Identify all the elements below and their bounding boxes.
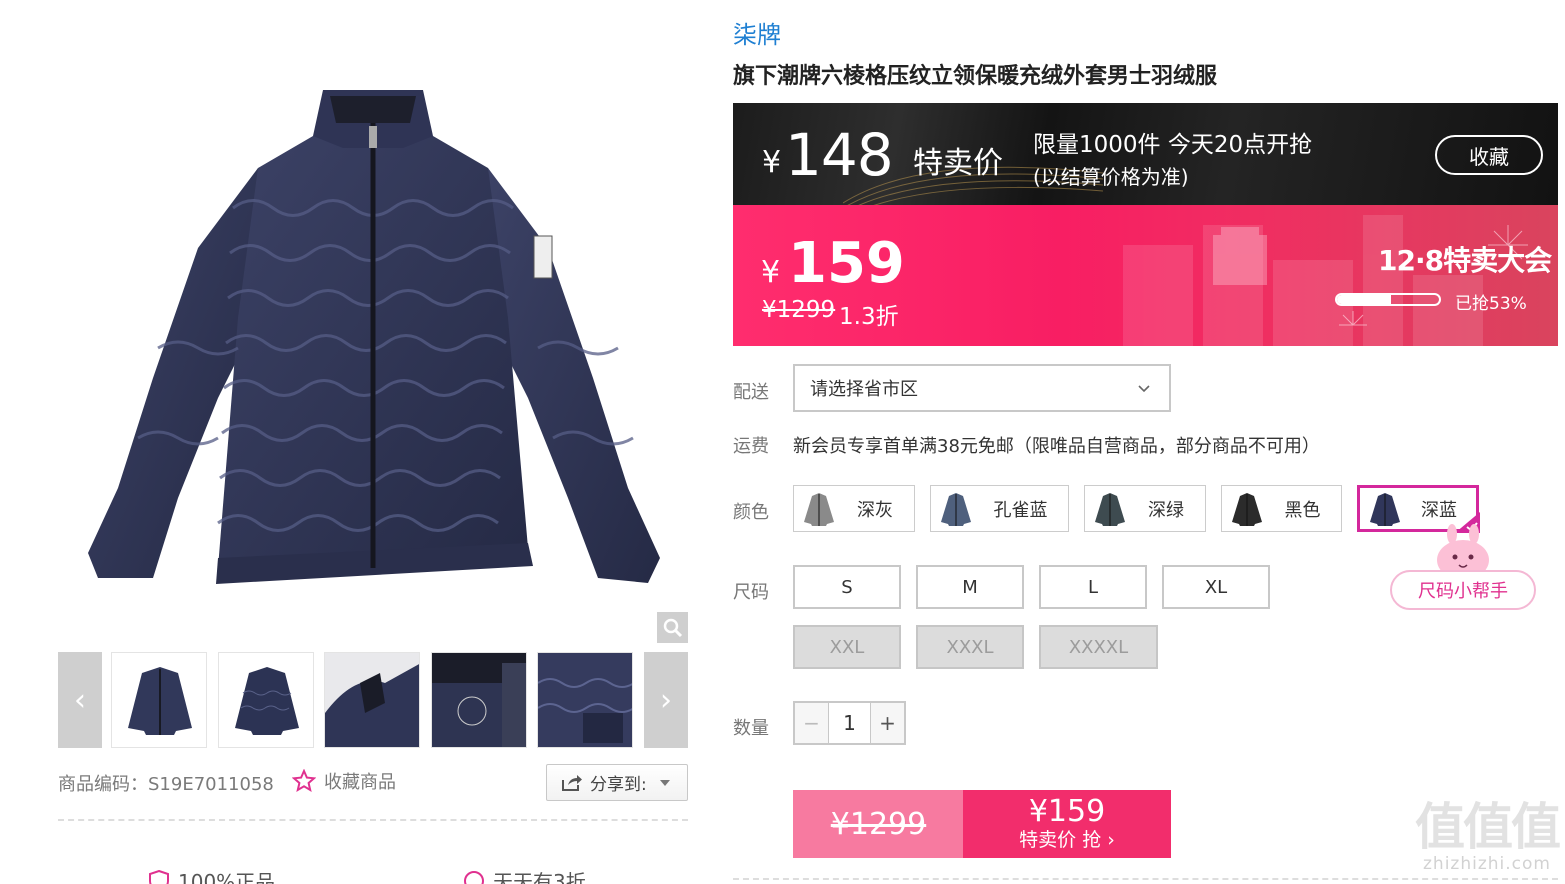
- thumb-next-button[interactable]: ›: [644, 652, 688, 748]
- product-title: 旗下潮牌六棱格压纹立领保暖充绒外套男士羽绒服: [733, 64, 1218, 89]
- shield-icon: [149, 869, 169, 884]
- shipping-label: 配送: [733, 382, 769, 403]
- color-option[interactable]: 黑色: [1221, 485, 1342, 532]
- promo-price-banner: ¥ 159 ¥1299 1.3折 12·8特卖大会 已抢53%: [733, 205, 1558, 346]
- color-option-label: 深灰: [857, 499, 893, 521]
- size-label: 尺码: [733, 582, 769, 603]
- size-option[interactable]: M: [916, 565, 1024, 609]
- guarantee-discount: 天天有3折: [463, 866, 586, 884]
- color-label: 颜色: [733, 502, 769, 523]
- size-option[interactable]: L: [1039, 565, 1147, 609]
- brand-link[interactable]: 柒牌: [733, 15, 781, 50]
- color-option[interactable]: 孔雀蓝: [930, 485, 1069, 532]
- flash-sale-banner: ¥ 148 特卖价 限量1000件 今天20点开抢 (以结算价格为准) 收藏: [733, 103, 1558, 205]
- thumbnail-2[interactable]: [218, 652, 314, 748]
- color-option[interactable]: 深绿: [1084, 485, 1206, 532]
- share-label: 分享到:: [590, 775, 647, 795]
- color-option[interactable]: 深灰: [793, 485, 915, 532]
- color-option-label: 孔雀蓝: [993, 499, 1048, 521]
- zoom-button[interactable]: [657, 612, 688, 643]
- thumb-prev-button[interactable]: ‹: [58, 652, 102, 748]
- sold-percent-label: 已抢53%: [1455, 294, 1527, 314]
- favorite-product-link[interactable]: 收藏商品: [292, 768, 396, 794]
- size-option-disabled: XXL: [793, 625, 901, 669]
- region-select[interactable]: 请选择省市区: [793, 364, 1171, 412]
- color-swatch-icon: [1224, 488, 1270, 529]
- product-main-image[interactable]: [58, 18, 688, 638]
- buy-label: 特卖价 抢 ›: [1019, 829, 1115, 851]
- quantity-label: 数量: [733, 718, 769, 739]
- magnifier-icon: [663, 618, 682, 637]
- event-title: 12·8特卖大会: [1378, 244, 1552, 277]
- flash-price: 148: [785, 121, 894, 189]
- chevron-down-icon: [1138, 385, 1150, 393]
- guarantee-discount-label: 天天有3折: [493, 870, 586, 884]
- chevron-left-icon: ‹: [74, 682, 86, 718]
- collect-button[interactable]: 收藏: [1435, 135, 1543, 175]
- freight-label: 运费: [733, 436, 769, 457]
- size-option[interactable]: S: [793, 565, 901, 609]
- freight-info: 新会员专享首单满38元免邮（限唯品自营商品，部分商品不可用）: [793, 436, 1320, 457]
- flash-note-text: (以结算价格为准): [1033, 165, 1189, 189]
- buy-original-price[interactable]: ¥1299: [793, 790, 964, 858]
- color-option-label: 深绿: [1148, 499, 1184, 521]
- watermark-url: zhizhizhi.com: [1423, 854, 1551, 874]
- sold-progress-bar: [1335, 293, 1441, 306]
- quantity-value[interactable]: 1: [829, 703, 870, 743]
- flash-price-tag: 特卖价: [913, 146, 1003, 181]
- size-helper-button[interactable]: 尺码小帮手: [1390, 570, 1536, 610]
- site-watermark: 值值值 zhizhizhi.com: [1412, 800, 1562, 884]
- buy-price: ¥159: [1028, 794, 1106, 829]
- original-price: ¥1299: [762, 297, 836, 323]
- promo-price: 159: [788, 231, 905, 296]
- quantity-minus-button[interactable]: −: [795, 703, 829, 743]
- quantity-plus-button[interactable]: +: [870, 703, 904, 743]
- color-swatch-icon: [933, 488, 979, 529]
- watermark-logo-text: 值值值: [1415, 798, 1561, 856]
- favorite-product-label: 收藏商品: [324, 772, 396, 793]
- divider: [58, 819, 688, 821]
- color-swatch-icon: [1087, 488, 1133, 529]
- chevron-right-icon: ›: [660, 682, 672, 718]
- buy-now-button[interactable]: ¥159 特卖价 抢 ›: [963, 790, 1171, 858]
- flash-limit-text: 限量1000件 今天20点开抢: [1033, 132, 1313, 158]
- color-option-label: 黑色: [1284, 499, 1321, 521]
- flash-yen: ¥: [762, 145, 782, 180]
- thumbnail-3[interactable]: [324, 652, 420, 748]
- share-dropdown[interactable]: 分享到:: [546, 764, 688, 801]
- size-option[interactable]: XL: [1162, 565, 1270, 609]
- star-icon: [292, 769, 316, 793]
- promo-yen: ¥: [761, 255, 781, 290]
- color-swatch-icon: [1362, 488, 1408, 529]
- thumbnail-4[interactable]: [431, 652, 527, 748]
- region-select-value: 请选择省市区: [810, 379, 918, 400]
- caret-down-icon: [659, 779, 670, 786]
- thumbnail-5[interactable]: [537, 652, 633, 748]
- quantity-stepper: − 1 +: [793, 701, 906, 745]
- guarantee-authentic: 100%正品: [148, 866, 275, 884]
- size-option-disabled: XXXXL: [1039, 625, 1158, 669]
- thumbnail-1[interactable]: [111, 652, 207, 748]
- guarantee-authentic-label: 100%正品: [178, 870, 276, 884]
- down-jacket-image: [88, 90, 660, 584]
- sold-progress-fill: [1337, 295, 1392, 304]
- color-swatch-icon: [796, 488, 842, 529]
- product-code: 商品编码：S19E7011058: [58, 774, 274, 795]
- share-icon: [562, 774, 582, 791]
- discount-badge-icon: [464, 870, 484, 884]
- thumbnail-strip: ‹ ›: [58, 652, 688, 748]
- size-option-disabled: XXXL: [916, 625, 1024, 669]
- discount-rate: 1.3折: [839, 304, 899, 330]
